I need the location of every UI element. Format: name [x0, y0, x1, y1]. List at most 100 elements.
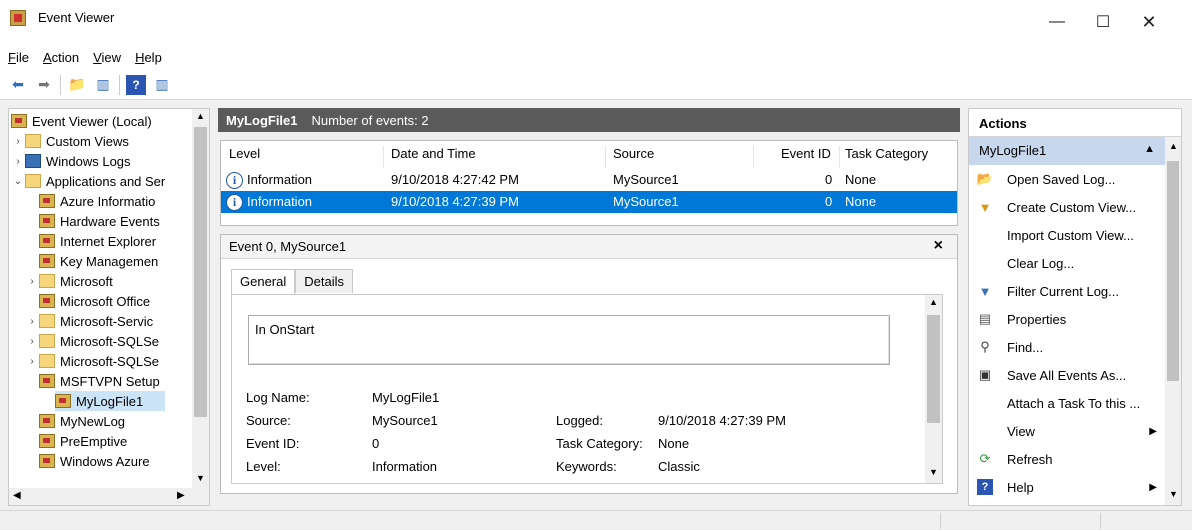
- show-hide-tree-icon[interactable]: ▥: [93, 75, 113, 95]
- expand-arrow-icon[interactable]: ›: [11, 136, 25, 147]
- help-icon[interactable]: ?: [126, 74, 146, 95]
- actions-vertical-scrollbar[interactable]: ▲ ▼: [1165, 137, 1181, 505]
- actions-pane: Actions MyLogFile1 ▲ 📂 Open Saved Log... …: [968, 108, 1182, 506]
- action-filter-current-log[interactable]: ▼ Filter Current Log...: [969, 277, 1165, 305]
- tree-item-applications-services[interactable]: ⌄ Applications and Ser: [11, 171, 191, 191]
- column-divider[interactable]: [383, 146, 384, 168]
- tree-item-mylogfile1[interactable]: MyLogFile1: [55, 391, 165, 411]
- status-bar: [0, 510, 1192, 530]
- tree-vertical-scrollbar[interactable]: ▲ ▼: [192, 109, 209, 489]
- action-refresh[interactable]: ⟳ Refresh: [969, 445, 1165, 473]
- scroll-down-arrow-icon[interactable]: ▼: [196, 473, 205, 483]
- expand-arrow-icon[interactable]: ›: [25, 336, 39, 347]
- back-arrow-icon[interactable]: ⬅: [8, 75, 28, 95]
- close-button[interactable]: ✕: [1126, 0, 1172, 44]
- column-divider[interactable]: [605, 146, 606, 168]
- column-header-task-category[interactable]: Task Category: [845, 146, 928, 161]
- maximize-button[interactable]: ☐: [1080, 0, 1126, 44]
- tab-details[interactable]: Details: [295, 269, 353, 293]
- row-level: Information: [247, 194, 313, 209]
- scroll-up-arrow-icon[interactable]: ▲: [196, 111, 205, 121]
- row-date-time: 9/10/2018 4:27:39 PM: [391, 194, 519, 209]
- tree-item-msftvpn-setup[interactable]: MSFTVPN Setup: [25, 371, 191, 391]
- save-icon: ▣: [978, 367, 992, 382]
- tree-item-key-management[interactable]: Key Managemen: [25, 251, 191, 271]
- column-header-event-id[interactable]: Event ID: [781, 146, 831, 161]
- menu-view[interactable]: View: [93, 50, 121, 65]
- table-row[interactable]: i Information 9/10/2018 4:27:42 PM MySou…: [221, 169, 957, 191]
- row-event-id: 0: [825, 172, 833, 187]
- table-row[interactable]: i Information 9/10/2018 4:27:39 PM MySou…: [221, 191, 957, 213]
- task-category-value: None: [658, 436, 690, 451]
- tree-item-windows-logs[interactable]: › Windows Logs: [11, 151, 191, 171]
- close-detail-icon[interactable]: ×: [934, 237, 943, 255]
- detail-vertical-scrollbar[interactable]: ▲ ▼: [925, 295, 942, 483]
- menu-file[interactable]: File: [8, 50, 29, 65]
- column-header-level[interactable]: Level: [229, 146, 260, 161]
- log-icon: [39, 254, 55, 268]
- minimize-button[interactable]: —: [1034, 0, 1080, 44]
- scrollbar-thumb[interactable]: [194, 127, 207, 417]
- up-folder-icon[interactable]: 📁: [67, 75, 87, 95]
- collapse-arrow-icon[interactable]: ⌄: [11, 176, 25, 187]
- tree-horizontal-scrollbar[interactable]: ◀ ▶: [9, 488, 209, 505]
- events-list[interactable]: Level Date and Time Source Event ID Task…: [220, 140, 958, 226]
- action-view[interactable]: View ▶: [969, 417, 1165, 445]
- tree-item-hardware-events[interactable]: Hardware Events: [25, 211, 191, 231]
- action-import-custom-view[interactable]: Import Custom View...: [969, 221, 1165, 249]
- column-header-date-time[interactable]: Date and Time: [391, 146, 476, 161]
- action-create-custom-view[interactable]: ▼ Create Custom View...: [969, 193, 1165, 221]
- forward-arrow-icon[interactable]: ➡: [34, 75, 54, 95]
- column-header-source[interactable]: Source: [613, 146, 654, 161]
- scroll-left-arrow-icon[interactable]: ◀: [13, 490, 21, 501]
- action-properties[interactable]: ▤ Properties: [969, 305, 1165, 333]
- task-category-label: Task Category:: [556, 436, 643, 451]
- tree-item-custom-views[interactable]: › Custom Views: [11, 131, 191, 151]
- show-hide-action-pane-icon[interactable]: ▥: [152, 75, 172, 95]
- scrollbar-thumb[interactable]: [927, 315, 940, 423]
- log-header-bar: MyLogFile1 Number of events: 2: [218, 108, 960, 132]
- tree-item-microsoft[interactable]: › Microsoft: [25, 271, 191, 291]
- action-open-saved-log[interactable]: 📂 Open Saved Log...: [969, 165, 1165, 193]
- tree-item-mynewlog[interactable]: MyNewLog: [25, 411, 191, 431]
- scroll-right-arrow-icon[interactable]: ▶: [177, 490, 185, 501]
- console-tree[interactable]: Event Viewer (Local) › Custom Views › Wind…: [8, 108, 210, 506]
- tree-item-windows-azure[interactable]: Windows Azure: [25, 451, 191, 471]
- column-divider[interactable]: [753, 146, 754, 168]
- action-save-all-events-as[interactable]: ▣ Save All Events As...: [969, 361, 1165, 389]
- column-divider[interactable]: [839, 146, 840, 168]
- action-help[interactable]: ? Help ▶: [969, 473, 1165, 501]
- tree-item-internet-explorer[interactable]: Internet Explorer: [25, 231, 191, 251]
- action-find[interactable]: ⚲ Find...: [969, 333, 1165, 361]
- tree-item-microsoft-sqlserver-1[interactable]: › Microsoft-SQLSe: [25, 331, 191, 351]
- log-icon: [39, 294, 55, 308]
- collapse-section-icon[interactable]: ▲: [1144, 143, 1155, 155]
- tree-item-microsoft-service[interactable]: › Microsoft-Servic: [25, 311, 191, 331]
- expand-arrow-icon[interactable]: ›: [25, 276, 39, 287]
- tab-general[interactable]: General: [231, 269, 296, 295]
- tree-item-microsoft-office[interactable]: Microsoft Office: [25, 291, 191, 311]
- menu-action[interactable]: Action: [43, 50, 79, 65]
- tree-item-event-viewer-local[interactable]: Event Viewer (Local): [11, 111, 191, 131]
- blank-icon: [977, 255, 993, 271]
- expand-arrow-icon[interactable]: ›: [25, 356, 39, 367]
- level-value: Information: [372, 459, 438, 474]
- expand-arrow-icon[interactable]: ›: [11, 156, 25, 167]
- event-message-box[interactable]: In OnStart: [248, 315, 890, 365]
- scroll-down-arrow-icon[interactable]: ▼: [929, 467, 938, 477]
- scroll-up-arrow-icon[interactable]: ▲: [929, 297, 938, 307]
- scrollbar-thumb[interactable]: [1167, 161, 1179, 381]
- scroll-down-arrow-icon[interactable]: ▼: [1169, 489, 1178, 499]
- event-detail-header: Event 0, MySource1 ×: [221, 235, 957, 259]
- menu-help[interactable]: Help: [135, 50, 162, 65]
- actions-section-mylogfile1[interactable]: MyLogFile1 ▲: [969, 137, 1165, 165]
- row-date-time: 9/10/2018 4:27:42 PM: [391, 172, 519, 187]
- tree-item-microsoft-sqlserver-2[interactable]: › Microsoft-SQLSe: [25, 351, 191, 371]
- tree-item-azure-information[interactable]: Azure Informatio: [25, 191, 191, 211]
- tree-item-preemptive[interactable]: PreEmptive: [25, 431, 191, 451]
- source-label: Source:: [246, 413, 291, 428]
- action-attach-task[interactable]: Attach a Task To this ...: [969, 389, 1165, 417]
- scroll-up-arrow-icon[interactable]: ▲: [1169, 141, 1178, 151]
- action-clear-log[interactable]: Clear Log...: [969, 249, 1165, 277]
- expand-arrow-icon[interactable]: ›: [25, 316, 39, 327]
